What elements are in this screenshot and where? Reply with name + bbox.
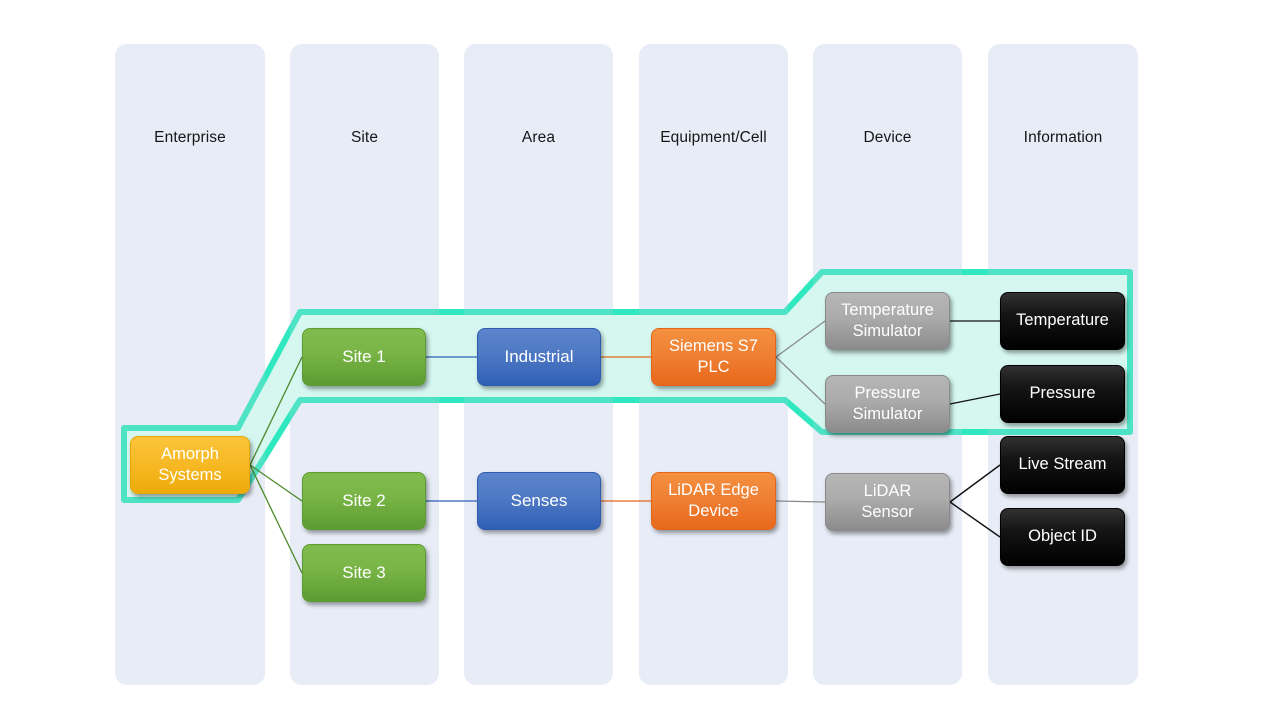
node-site1[interactable]: Site 1: [302, 328, 426, 386]
connector-edges: [249, 320, 1001, 574]
node-senses[interactable]: Senses: [477, 472, 601, 530]
node-site3[interactable]: Site 3: [302, 544, 426, 602]
node-lidaredge[interactable]: LiDAR Edge Device: [651, 472, 776, 530]
edge-siemens-to-tempsim: [775, 320, 826, 358]
node-temperature[interactable]: Temperature: [1000, 292, 1125, 350]
node-industrial[interactable]: Industrial: [477, 328, 601, 386]
edge-siemens-to-pressim: [775, 356, 826, 405]
node-objectid[interactable]: Object ID: [1000, 508, 1125, 566]
edge-amorph-to-site1: [249, 356, 303, 466]
edge-amorph-to-site3: [249, 464, 303, 574]
node-livestream[interactable]: Live Stream: [1000, 436, 1125, 494]
edge-lidarsensor-to-objectid: [949, 501, 1001, 538]
node-site2[interactable]: Site 2: [302, 472, 426, 530]
diagram-canvas: Enterprise Site Area Equipment/Cell Device In…: [0, 0, 1280, 720]
edge-amorph-to-site2: [249, 464, 303, 502]
node-pressim[interactable]: Pressure Simulator: [825, 375, 950, 433]
node-tempsim[interactable]: Temperature Simulator: [825, 292, 950, 350]
node-amorph[interactable]: Amorph Systems: [130, 436, 250, 494]
node-siemens[interactable]: Siemens S7 PLC: [651, 328, 776, 386]
node-pressure[interactable]: Pressure: [1000, 365, 1125, 423]
edge-pressim-to-pressure: [949, 393, 1001, 405]
node-lidarsensor[interactable]: LiDAR Sensor: [825, 473, 950, 531]
edge-lidaredge-to-lidarsensor: [775, 500, 826, 503]
edge-lidarsensor-to-livestream: [949, 464, 1001, 503]
